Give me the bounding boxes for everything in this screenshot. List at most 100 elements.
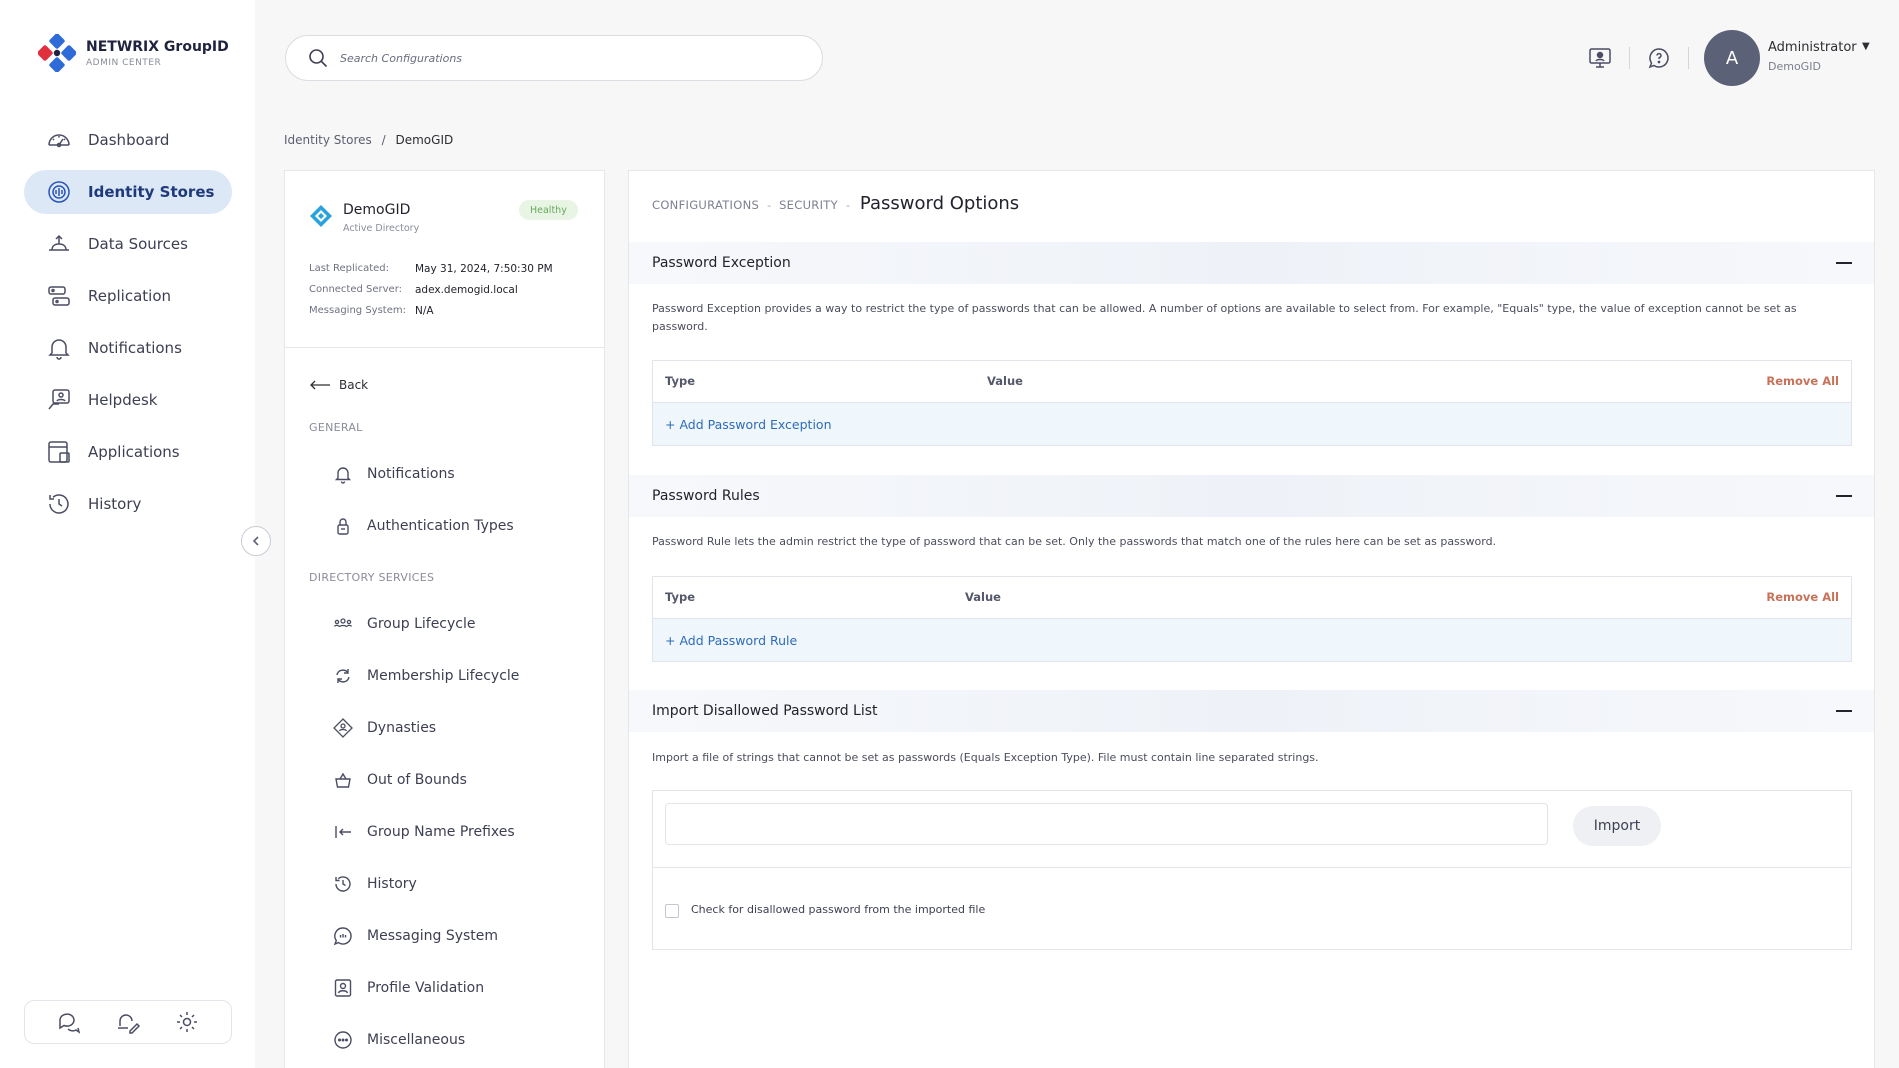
crumb-dash: -: [767, 199, 772, 212]
back-button[interactable]: Back: [309, 378, 368, 392]
history-icon: [335, 876, 351, 892]
section-heading: Password Exception: [652, 255, 791, 271]
subnav-item-group-name-prefixes[interactable]: Group Name Prefixes: [333, 817, 515, 847]
sidebar-item-replication[interactable]: Replication: [24, 274, 232, 318]
sidebar-item-label: Data Sources: [88, 235, 188, 253]
divider: [653, 867, 1851, 868]
breadcrumb-identity-stores[interactable]: Identity Stores: [284, 133, 372, 147]
disallowed-check-checkbox[interactable]: [665, 904, 679, 918]
crumb-configurations[interactable]: CONFIGURATIONS: [652, 198, 759, 212]
password-options-panel: CONFIGURATIONS - SECURITY - Password Opt…: [628, 170, 1875, 1068]
column-value: Value: [987, 374, 1023, 388]
app-subtitle: ADMIN CENTER: [86, 58, 162, 68]
collapse-icon[interactable]: [1836, 495, 1852, 497]
password-exception-header[interactable]: Password Exception: [629, 242, 1874, 284]
sidebar-item-label: Helpdesk: [88, 391, 158, 409]
import-button[interactable]: Import: [1573, 806, 1661, 846]
password-rules-header[interactable]: Password Rules: [629, 475, 1874, 517]
divider: [1629, 47, 1630, 69]
import-description: Import a file of strings that cannot be …: [652, 751, 1319, 764]
sidebar-item-identity-stores[interactable]: Identity Stores: [24, 170, 232, 214]
subnav-item-label: Group Name Prefixes: [367, 824, 515, 840]
monitor-button[interactable]: [1585, 43, 1615, 73]
help-button[interactable]: [1644, 43, 1674, 73]
add-password-exception-button[interactable]: + Add Password Exception: [653, 403, 1851, 445]
subnav-item-messaging-system[interactable]: Messaging System: [333, 921, 498, 951]
gear-icon[interactable]: [174, 1009, 200, 1035]
dashboard-icon: [48, 134, 70, 148]
subnav-item-authentication-types[interactable]: Authentication Types: [333, 511, 514, 541]
collapse-icon[interactable]: [1836, 262, 1852, 264]
password-exception-description: Password Exception provides a way to res…: [652, 302, 1797, 333]
app-logo[interactable]: NETWRIX GroupID ADMIN CENTER: [38, 34, 238, 74]
store-type: Active Directory: [343, 223, 420, 234]
subnav-item-label: Messaging System: [367, 928, 499, 944]
netwrix-logo-icon: [38, 34, 76, 72]
identity-stores-icon: [48, 181, 70, 203]
collapse-sidebar-button[interactable]: [241, 526, 271, 556]
meta-value-messaging-system: N/A: [415, 305, 434, 317]
table-header: Type Value Remove All: [653, 361, 1851, 403]
password-exception-table: Type Value Remove All + Add Password Exc…: [652, 360, 1852, 446]
collapse-icon[interactable]: [1836, 710, 1852, 712]
sidebar-item-helpdesk[interactable]: Helpdesk: [24, 378, 232, 422]
lock-icon: [337, 518, 349, 535]
bell-pen-icon[interactable]: [115, 1009, 141, 1035]
applications-icon: [48, 441, 70, 463]
page-title: Password Options: [859, 193, 1020, 214]
section-heading: Import Disallowed Password List: [652, 703, 878, 719]
sidebar-item-notifications[interactable]: Notifications: [24, 326, 232, 370]
search-bar[interactable]: [285, 35, 823, 81]
meta-label-last-replicated: Last Replicated:: [309, 263, 389, 274]
subnav-item-group-lifecycle[interactable]: Group Lifecycle: [333, 609, 476, 639]
subnav-item-membership-lifecycle[interactable]: Membership Lifecycle: [333, 661, 519, 691]
subnav-item-dynasties[interactable]: Dynasties: [333, 713, 436, 743]
general-heading: GENERAL: [309, 421, 363, 434]
user-name[interactable]: Administrator: [1768, 40, 1857, 55]
checkbox-label[interactable]: Check for disallowed password from the i…: [691, 903, 985, 916]
import-disallowed-header[interactable]: Import Disallowed Password List: [629, 690, 1874, 732]
group-icon: [333, 618, 353, 628]
sidebar-item-history[interactable]: History: [24, 482, 232, 526]
message-icon: [333, 927, 352, 946]
subnav-item-label: Dynasties: [367, 720, 437, 736]
sidebar-item-label: Dashboard: [88, 131, 170, 149]
add-password-rule-button[interactable]: + Add Password Rule: [653, 619, 1851, 661]
subnav-item-history[interactable]: History: [333, 869, 417, 899]
section-heading: Password Rules: [652, 488, 760, 504]
meta-label-connected-server: Connected Server:: [309, 284, 403, 295]
chat-icon[interactable]: [56, 1009, 82, 1035]
active-directory-icon: [310, 205, 332, 227]
subnav-item-profile-validation[interactable]: Profile Validation: [333, 973, 484, 1003]
help-chat-icon: [1648, 48, 1669, 69]
bell-icon: [48, 339, 70, 360]
identity-store-panel: DemoGID Active Directory Healthy Last Re…: [284, 170, 605, 1068]
subnav-item-label: Authentication Types: [367, 518, 514, 534]
subnav-item-miscellaneous[interactable]: Miscellaneous: [333, 1025, 465, 1055]
sidebar-item-label: Identity Stores: [88, 183, 215, 201]
column-type: Type: [665, 374, 696, 388]
helpdesk-icon: [48, 389, 70, 410]
sidebar-item-data-sources[interactable]: Data Sources: [24, 222, 232, 266]
divider: [1688, 47, 1689, 69]
user-menu-caret-icon[interactable]: ▼: [1862, 41, 1870, 52]
remove-all-button[interactable]: Remove All: [1766, 374, 1839, 388]
sidebar-item-dashboard[interactable]: Dashboard: [24, 118, 232, 162]
import-box: Import Check for disallowed password fro…: [652, 790, 1852, 950]
subnav-item-out-of-bounds[interactable]: Out of Bounds: [333, 765, 467, 795]
avatar[interactable]: A: [1704, 30, 1760, 86]
breadcrumb: Identity Stores / DemoGID: [284, 133, 453, 147]
subnav-item-notifications[interactable]: Notifications: [333, 459, 455, 489]
search-icon: [309, 49, 328, 68]
import-file-input[interactable]: [665, 803, 1548, 845]
dynasty-icon: [333, 718, 353, 738]
search-input[interactable]: [340, 51, 780, 65]
sidebar-item-applications[interactable]: Applications: [24, 430, 232, 474]
crumb-security[interactable]: SECURITY: [779, 198, 838, 212]
store-name: DemoGID: [343, 202, 411, 218]
remove-all-button[interactable]: Remove All: [1766, 590, 1839, 604]
bell-icon: [334, 467, 352, 484]
chevron-left-icon: [252, 536, 259, 546]
subnav-item-label: Membership Lifecycle: [367, 668, 520, 684]
meta-label-messaging-system: Messaging System:: [309, 305, 406, 316]
